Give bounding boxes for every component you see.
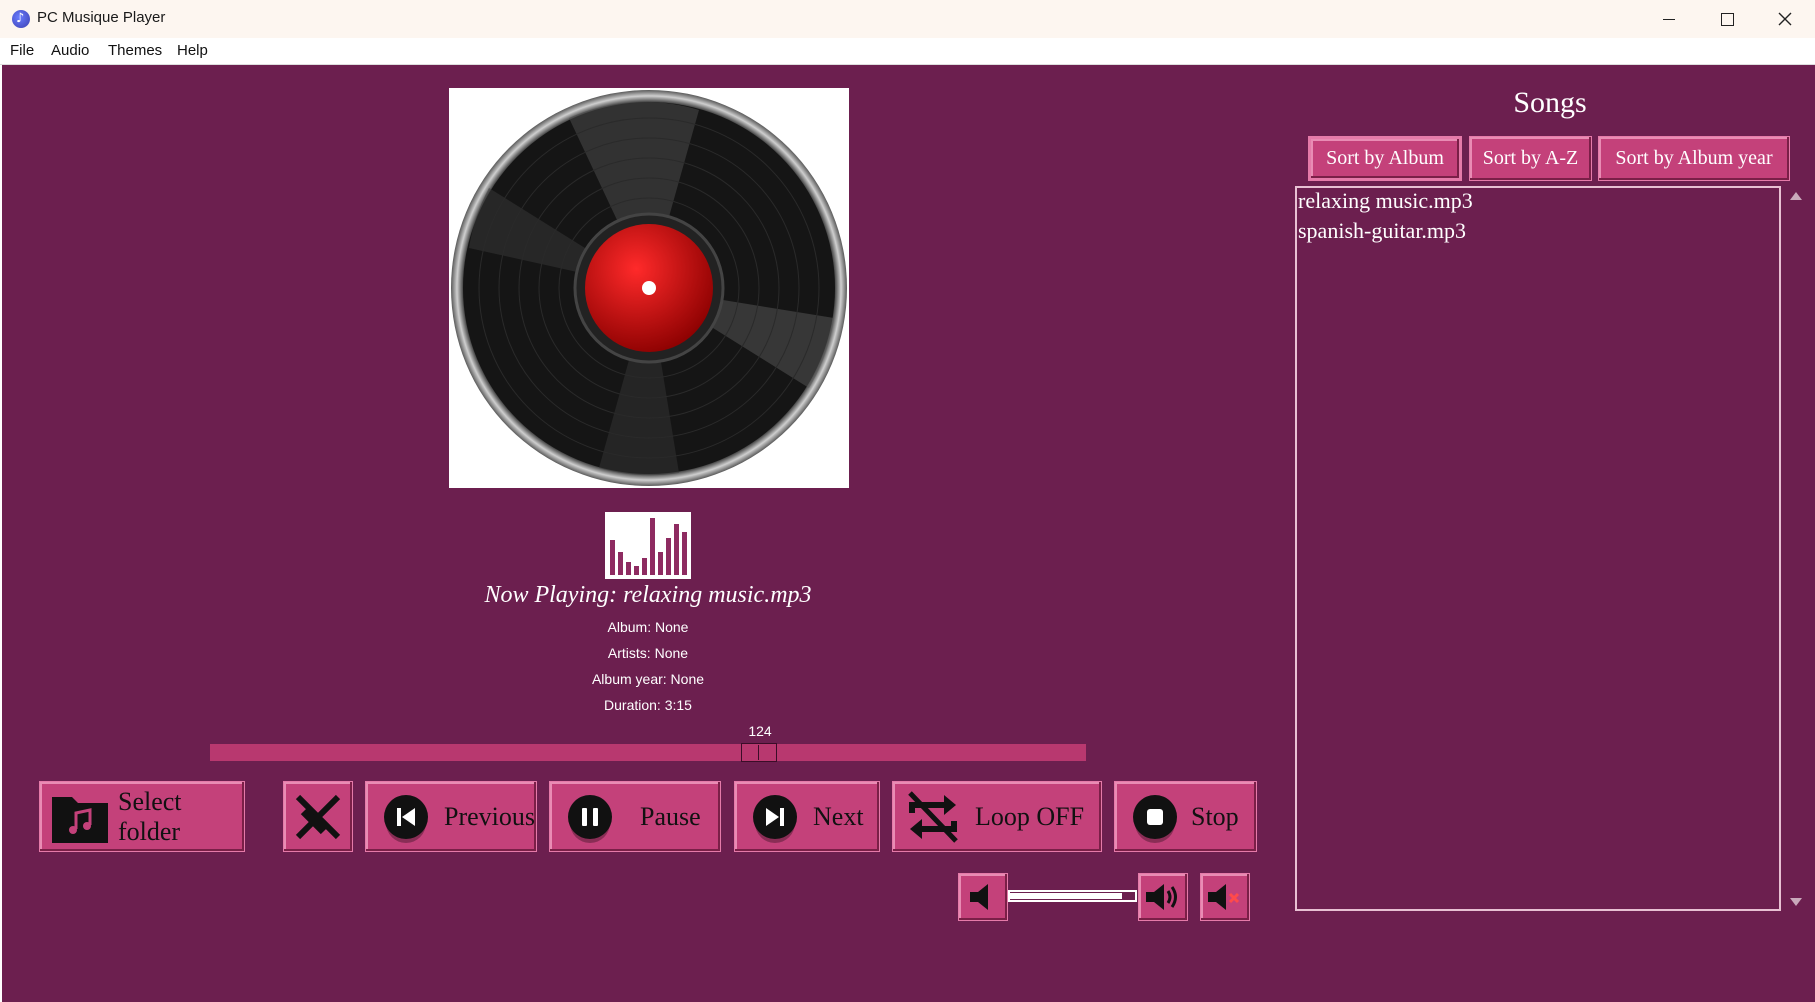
seek-slider[interactable] — [210, 744, 1086, 761]
sort-by-album-button[interactable]: Sort by Album — [1308, 136, 1462, 181]
vinyl-record-icon — [451, 90, 847, 486]
close-icon — [1778, 12, 1792, 26]
album-year-info: Album year: None — [591, 671, 705, 687]
sort-by-album-year-button[interactable]: Sort by Album year — [1598, 136, 1790, 181]
maximize-button[interactable] — [1698, 0, 1756, 38]
folder-music-icon — [50, 787, 110, 847]
stop-button[interactable]: Stop — [1114, 781, 1257, 852]
pause-icon — [560, 787, 620, 847]
volume-level — [1010, 893, 1122, 899]
scroll-down-icon[interactable] — [1790, 898, 1802, 906]
seek-value: 124 — [748, 723, 772, 739]
mute-button[interactable] — [1200, 873, 1250, 921]
artists-info: Artists: None — [607, 645, 689, 661]
songs-title: Songs — [1513, 86, 1587, 119]
list-item[interactable]: spanish-guitar.mp3 — [1298, 218, 1466, 244]
loop-off-icon — [903, 787, 963, 847]
app-icon — [12, 10, 30, 28]
volume-down-button[interactable] — [958, 873, 1008, 921]
next-label: Next — [813, 801, 864, 831]
pause-button[interactable]: Pause — [549, 781, 721, 852]
clear-icon — [288, 787, 348, 847]
duration-info: Duration: 3:15 — [604, 697, 692, 713]
previous-icon — [376, 787, 436, 847]
menu-help[interactable]: Help — [177, 42, 208, 59]
select-folder-button[interactable]: Select folder — [39, 781, 245, 852]
songs-list[interactable] — [1295, 186, 1781, 911]
album-cover — [449, 88, 849, 488]
volume-down-icon — [970, 884, 988, 910]
close-button[interactable] — [1756, 0, 1814, 38]
scroll-up-icon[interactable] — [1790, 192, 1802, 200]
previous-button[interactable]: Previous — [365, 781, 537, 852]
stop-label: Stop — [1191, 801, 1239, 831]
volume-up-button[interactable] — [1138, 873, 1188, 921]
menu-audio[interactable]: Audio — [51, 42, 89, 59]
sort-by-az-button[interactable]: Sort by A-Z — [1469, 136, 1592, 181]
mute-icon — [1208, 884, 1240, 910]
maximize-icon — [1720, 12, 1734, 26]
next-icon — [745, 787, 805, 847]
menu-themes[interactable]: Themes — [108, 42, 162, 59]
loop-toggle-button[interactable]: Loop OFF — [892, 781, 1102, 852]
loop-label: Loop OFF — [975, 801, 1085, 831]
menu-file[interactable]: File — [10, 42, 34, 59]
volume-up-icon — [1146, 884, 1177, 910]
stop-icon — [1125, 787, 1185, 847]
list-item[interactable]: relaxing music.mp3 — [1298, 188, 1473, 214]
minimize-button[interactable] — [1640, 0, 1698, 38]
pause-label: Pause — [640, 801, 701, 831]
previous-label: Previous — [444, 801, 535, 831]
select-folder-label: Select folder — [118, 786, 182, 846]
next-button[interactable]: Next — [734, 781, 880, 852]
visualizer — [605, 512, 691, 579]
title-bar: PC Musique Player — [0, 0, 1815, 38]
now-playing-title: Now Playing: relaxing music.mp3 — [484, 582, 812, 608]
minimize-icon — [1663, 18, 1675, 20]
window-title: PC Musique Player — [37, 9, 166, 26]
songs-scrollbar[interactable] — [1787, 186, 1807, 911]
menu-bar: File Audio Themes Help — [0, 38, 1815, 65]
clear-button[interactable] — [283, 781, 353, 852]
seek-slider-thumb[interactable] — [741, 743, 777, 762]
equalizer-icon — [610, 518, 687, 575]
album-info: Album: None — [607, 619, 689, 635]
